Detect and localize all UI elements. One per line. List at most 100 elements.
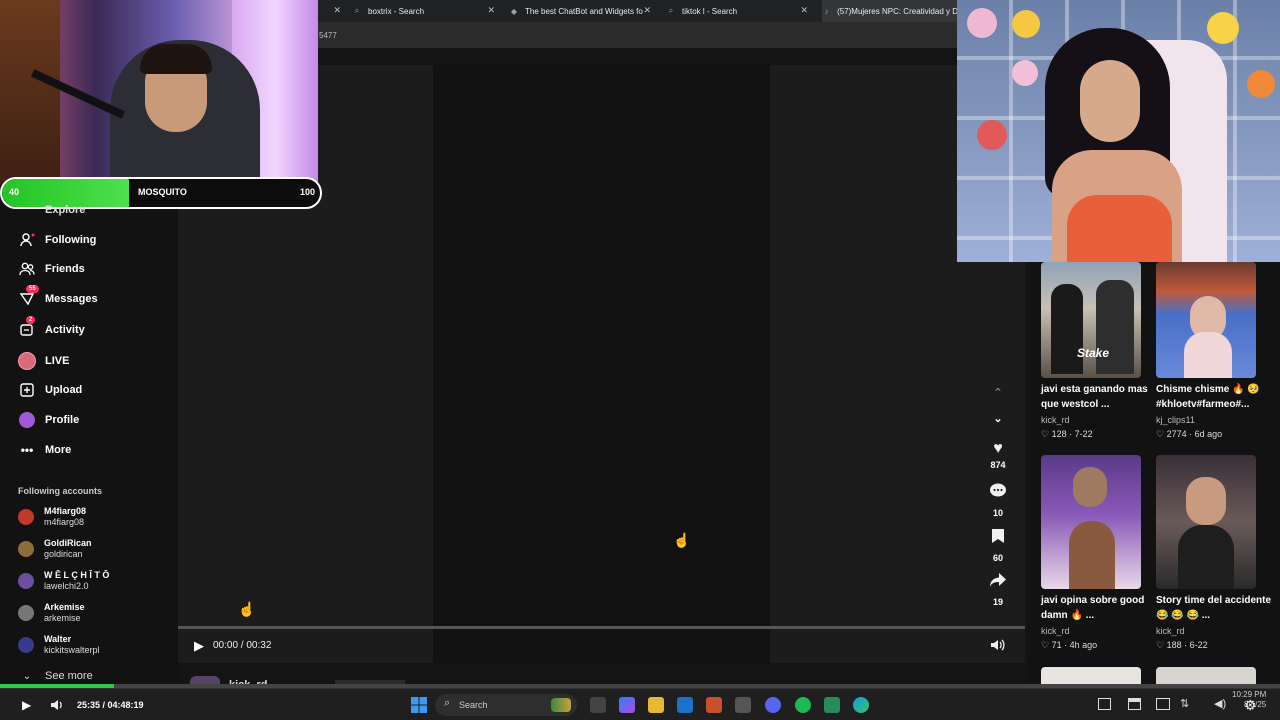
sidebar-item-label: Explore (45, 204, 86, 216)
following-icon (18, 231, 36, 249)
discord-icon[interactable] (765, 697, 781, 713)
next-video-button[interactable]: ⌄ (985, 410, 1011, 428)
video-title: Chisme chisme 🔥 🥺 #khloetv#farmeo#... (1156, 384, 1260, 410)
address-text: 5477 (319, 31, 337, 40)
volume-icon[interactable] (50, 697, 66, 718)
health-label: MOSQUITO (138, 187, 187, 197)
related-video-card[interactable]: javi opina sobre good damn 🔥 ... kick_rd… (1041, 455, 1144, 651)
gear-icon[interactable]: ⚙ (1244, 697, 1257, 714)
account-item[interactable]: W Ē L Ç H Ī T Ōlawelchi2.0 (18, 568, 109, 594)
tab-label: (57)Mujeres NPC: Creatividad y D (837, 6, 958, 16)
video-stats: ♡ 2774 · 6d ago (1156, 429, 1256, 440)
spotify-icon[interactable] (795, 697, 811, 713)
related-video-card[interactable]: Chisme chisme 🔥 🥺 #khloetv#farmeo#... kj… (1156, 262, 1260, 440)
account-handle: goldirican (44, 549, 83, 559)
outlook-icon[interactable] (677, 697, 693, 713)
tab-chatbot[interactable]: ◆ The best ChatBot and Widgets fo ✕ (509, 0, 657, 22)
account-handle: arkemise (44, 613, 81, 623)
account-item[interactable]: Arkemise arkemise (18, 600, 85, 626)
thumbnail-person (1178, 525, 1234, 589)
app-icon[interactable] (824, 697, 840, 713)
copilot-icon[interactable] (619, 697, 635, 713)
network-icon[interactable]: ⇅ (1180, 697, 1189, 710)
close-icon[interactable]: ✕ (643, 5, 651, 16)
sidebar-item-explore[interactable]: Explore (18, 199, 85, 221)
task-view-icon[interactable] (590, 697, 606, 713)
thumbnail-person (1069, 521, 1115, 589)
taskbar-search[interactable]: ⌕ Search (435, 694, 577, 716)
save-count: 60 (992, 553, 1003, 563)
sidebar-item-more[interactable]: ••• More (18, 439, 72, 461)
plush-toy (1012, 10, 1040, 38)
related-video-card[interactable]: Stake javi esta ganando mas que westcol … (1041, 262, 1148, 440)
previous-video-button[interactable]: ⌃ (985, 384, 1011, 402)
app-icon[interactable] (706, 697, 722, 713)
tiktok-sidebar: Explore Following Friends 55 Messages 2 (0, 204, 178, 689)
play-icon[interactable]: ▶ (22, 698, 31, 712)
store-icon[interactable] (735, 697, 751, 713)
volume-icon[interactable] (990, 637, 1006, 658)
tab-tiktok-active[interactable]: ♪ (57)Mujeres NPC: Creatividad y D (822, 0, 958, 22)
plush-toy (1207, 12, 1239, 44)
guest-face (1080, 60, 1140, 142)
cursor-icon: ☝ (238, 601, 256, 617)
sidebar-item-live[interactable]: LIVE (18, 350, 69, 372)
video-progress-bar[interactable] (178, 626, 1025, 629)
video-stats-text: 128 · 7-22 (1051, 429, 1093, 439)
sidebar-item-profile[interactable]: Profile (18, 409, 79, 431)
windows-start-icon[interactable] (411, 697, 427, 718)
app-icon[interactable] (1098, 698, 1111, 710)
comment-count: 10 (992, 508, 1003, 518)
thumbnail-person (1184, 332, 1232, 378)
tab-tiktok-search[interactable]: ⌕ tiktok l - Search ✕ (666, 0, 814, 22)
comment-icon (985, 483, 1011, 504)
heart-outline-icon: ♡ (1041, 640, 1052, 650)
bottom-bar: ▶ 25:35 / 04:48:19 ⌕ Search ⇅ ◀) 10:29 P… (0, 688, 1280, 720)
sidebar-item-messages[interactable]: 55 Messages (18, 285, 98, 310)
share-button[interactable]: 19 (985, 572, 1011, 607)
thumbnail-person (1186, 477, 1226, 525)
volume-icon[interactable]: ◀) (1214, 697, 1226, 710)
account-name: M4fiarg08 (44, 506, 87, 516)
edge-icon[interactable] (853, 697, 869, 713)
address-bar[interactable]: 5477 (318, 22, 958, 48)
app-icon[interactable] (1128, 698, 1141, 710)
close-icon[interactable]: ✕ (333, 5, 341, 16)
explore-icon (18, 201, 36, 219)
sidebar-item-upload[interactable]: Upload (18, 379, 82, 401)
account-item[interactable]: Walter kickitswalterpl (18, 632, 100, 658)
browser-tab-strip: ✕ ⌕ boxtrix - Search ✕ ◆ The best ChatBo… (318, 0, 958, 22)
sidebar-item-friends[interactable]: Friends (18, 258, 85, 280)
share-icon (985, 572, 1011, 593)
video-player[interactable] (433, 65, 770, 663)
like-button[interactable]: ♥ 874 (985, 440, 1011, 470)
tab-boxtrix[interactable]: ⌕ boxtrix - Search ✕ (352, 0, 500, 22)
close-icon[interactable]: ✕ (800, 5, 808, 16)
sidebar-item-label: Friends (45, 263, 85, 275)
diamond-icon: ◆ (510, 6, 518, 16)
bookmark-icon (985, 528, 1011, 549)
cursor-icon: ☝ (673, 532, 691, 548)
chevron-down-icon: ⌄ (22, 670, 32, 682)
search-icon: ⌕ (668, 6, 674, 15)
account-item[interactable]: M4fiarg08 m4fiarg08 (18, 504, 86, 530)
app-icon[interactable] (1156, 698, 1170, 710)
streamer-webcam (0, 0, 318, 185)
see-more-label: See more (45, 670, 93, 682)
save-button[interactable]: 60 (985, 528, 1011, 563)
tab-label: boxtrix - Search (368, 6, 425, 16)
sidebar-item-activity[interactable]: 2 Activity (18, 316, 85, 341)
close-icon[interactable]: ✕ (487, 5, 495, 16)
streamer-hair (140, 44, 212, 74)
video-stats: ♡ 128 · 7-22 (1041, 429, 1141, 440)
account-item[interactable]: GoldiRican goldirican (18, 536, 92, 562)
sidebar-item-following[interactable]: Following (18, 229, 96, 251)
account-name: Arkemise (44, 602, 85, 612)
like-count: 874 (990, 460, 1006, 470)
related-video-card[interactable]: Story time del accidente 😂 😂 😂 ... kick_… (1156, 455, 1271, 651)
file-explorer-icon[interactable] (648, 697, 664, 713)
tab-previous[interactable]: ✕ (318, 0, 346, 22)
play-icon[interactable]: ▶ (194, 638, 204, 654)
comment-button[interactable]: 10 (985, 483, 1011, 518)
search-icon: ⌕ (354, 6, 360, 15)
